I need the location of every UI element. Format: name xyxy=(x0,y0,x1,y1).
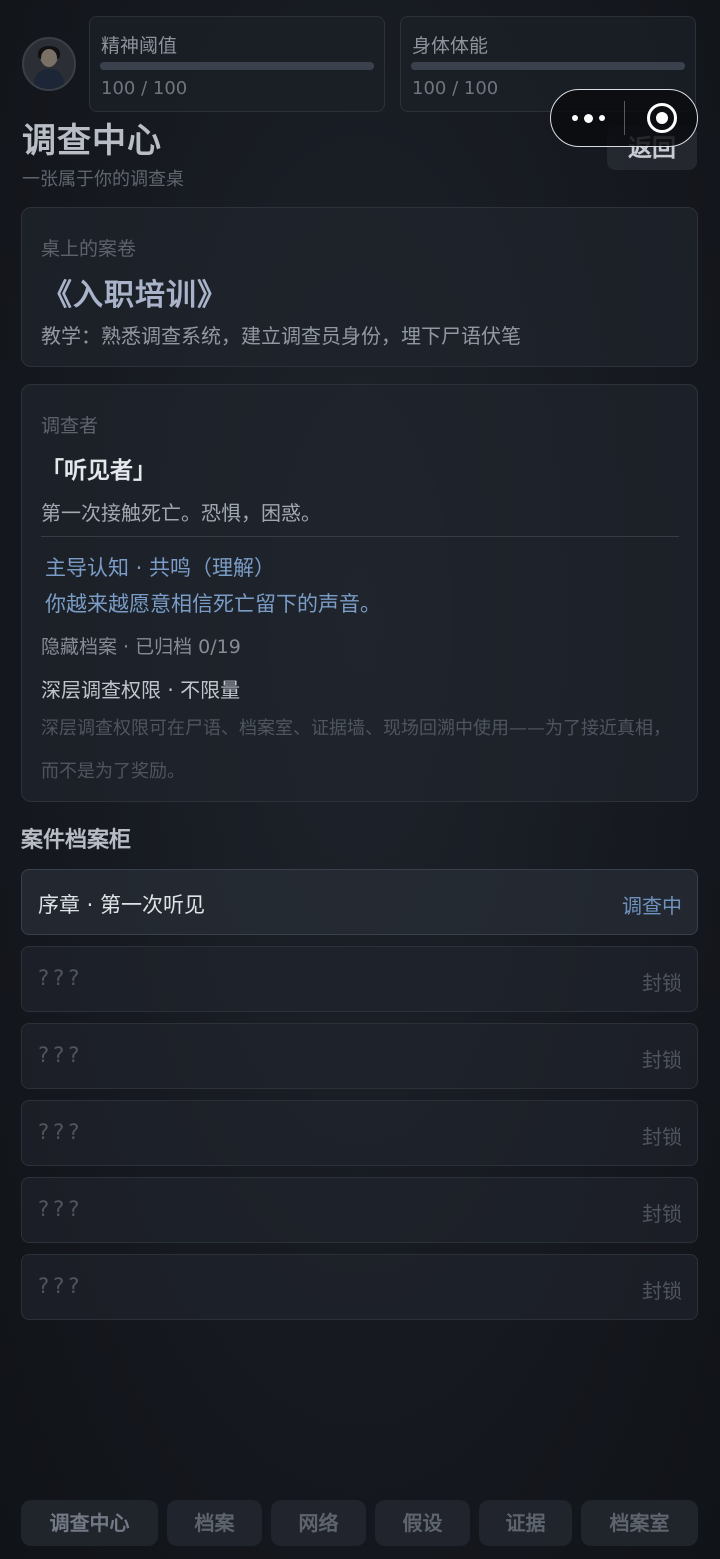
page-subtitle: 一张属于你的调查桌 xyxy=(22,169,184,190)
case-row-locked[interactable]: ??? 封锁 xyxy=(21,946,698,1012)
case-name: ??? xyxy=(38,1043,84,1067)
physical-stamina-label: 身体体能 xyxy=(412,35,489,57)
deep-access-note: 深层调查权限可在尸语、档案室、证据墙、现场回溯中使用——为了接近真相，而不是为了… xyxy=(41,718,671,782)
page-title: 调查中心 xyxy=(22,121,162,161)
case-status: 封锁 xyxy=(642,1202,682,1226)
investigator-name: 「听见者」 xyxy=(41,458,156,484)
mental-threshold-panel: 精神阈值 100 / 100 xyxy=(89,16,385,112)
mental-threshold-value: 100 / 100 xyxy=(101,78,188,99)
avatar-face xyxy=(41,49,57,67)
physical-stamina-fill xyxy=(411,62,685,70)
tab-files[interactable]: 档案 xyxy=(167,1500,262,1546)
more-dots-icon[interactable] xyxy=(569,106,607,130)
tab-investigation-center[interactable]: 调查中心 xyxy=(21,1500,158,1546)
current-case-card[interactable]: 桌上的案卷 《入职培训》 教学：熟悉调查系统，建立调查员身份，埋下尸语伏笔 xyxy=(21,207,698,367)
card-divider xyxy=(41,536,679,537)
target-circle-icon[interactable] xyxy=(647,103,677,133)
case-status: 封锁 xyxy=(642,1048,682,1072)
case-name: ??? xyxy=(38,1274,84,1298)
mental-threshold-bar xyxy=(100,62,374,70)
current-case-description: 教学：熟悉调查系统，建立调查员身份，埋下尸语伏笔 xyxy=(41,324,521,348)
miniprogram-capsule xyxy=(550,89,698,147)
tab-hypothesis[interactable]: 假设 xyxy=(375,1500,470,1546)
avatar[interactable] xyxy=(22,37,76,91)
case-status: 封锁 xyxy=(642,971,682,995)
investigator-description: 第一次接触死亡。恐惧，困惑。 xyxy=(41,501,321,525)
investigator-card: 调查者 「听见者」 第一次接触死亡。恐惧，困惑。 主导认知 · 共鸣（理解） 你… xyxy=(21,384,698,802)
current-case-section-label: 桌上的案卷 xyxy=(41,238,137,260)
mental-threshold-label: 精神阈值 xyxy=(101,35,178,57)
case-name: ??? xyxy=(38,966,84,990)
mental-threshold-fill xyxy=(100,62,374,70)
deep-access-status: 深层调查权限 · 不限量 xyxy=(41,678,241,702)
case-name: 序章 · 第一次听见 xyxy=(38,893,206,917)
case-cabinet-title: 案件档案柜 xyxy=(21,828,132,853)
investigator-section-label: 调查者 xyxy=(41,415,99,437)
tab-archive-room[interactable]: 档案室 xyxy=(581,1500,698,1546)
case-row-locked[interactable]: ??? 封锁 xyxy=(21,1100,698,1166)
case-row-locked[interactable]: ??? 封锁 xyxy=(21,1023,698,1089)
current-case-title: 《入职培训》 xyxy=(42,278,228,313)
hidden-archive-status[interactable]: 隐藏档案 · 已归档 0/19 xyxy=(41,632,241,659)
case-status: 封锁 xyxy=(642,1125,682,1149)
dominant-cognition: 主导认知 · 共鸣（理解） xyxy=(45,556,276,580)
case-name: ??? xyxy=(38,1197,84,1221)
case-row-locked[interactable]: ??? 封锁 xyxy=(21,1177,698,1243)
case-row[interactable]: 序章 · 第一次听见 调查中 xyxy=(21,869,698,935)
cognition-description: 你越来越愿意相信死亡留下的声音。 xyxy=(45,592,381,616)
tab-network[interactable]: 网络 xyxy=(271,1500,366,1546)
case-status: 封锁 xyxy=(642,1279,682,1303)
avatar-uniform xyxy=(34,69,64,89)
case-row-locked[interactable]: ??? 封锁 xyxy=(21,1254,698,1320)
capsule-divider xyxy=(624,101,625,135)
case-status: 调查中 xyxy=(622,894,682,918)
physical-stamina-bar xyxy=(411,62,685,70)
physical-stamina-value: 100 / 100 xyxy=(412,78,499,99)
tab-evidence[interactable]: 证据 xyxy=(479,1500,572,1546)
case-name: ??? xyxy=(38,1120,84,1144)
